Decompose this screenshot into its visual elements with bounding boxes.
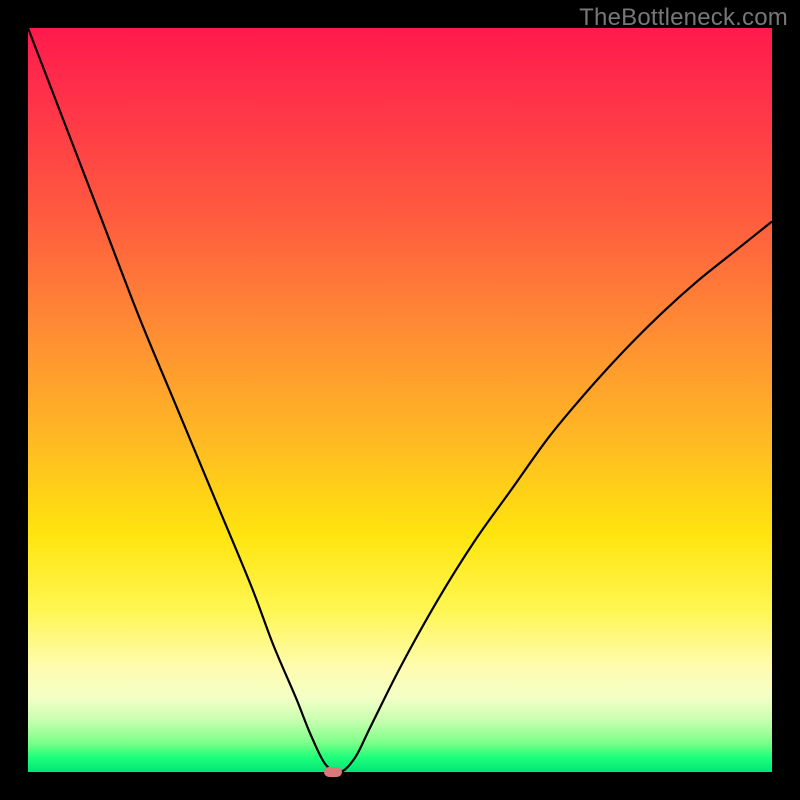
watermark-text: TheBottleneck.com <box>579 4 788 32</box>
optimal-marker <box>324 767 342 777</box>
plot-area <box>28 28 772 772</box>
chart-frame: TheBottleneck.com <box>0 0 800 800</box>
bottleneck-curve <box>28 28 772 772</box>
